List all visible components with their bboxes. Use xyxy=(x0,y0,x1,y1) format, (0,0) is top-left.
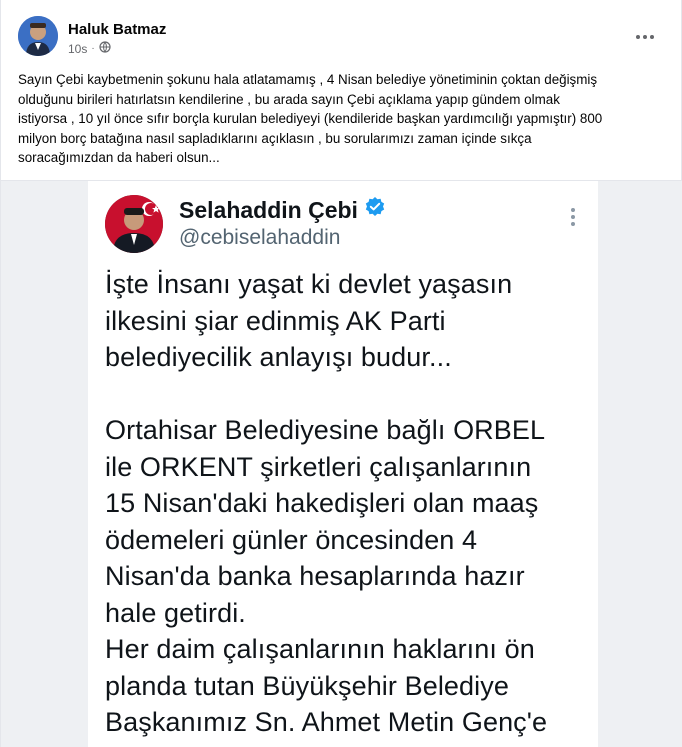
tweet-line: Her daim çalışanlarının haklarını ön xyxy=(105,634,535,664)
author-avatar[interactable] xyxy=(18,16,58,56)
post-text-line: Sayın Çebi kaybetmenin şokunu hala atlat… xyxy=(18,72,598,87)
tweet-line: ilkesini şiar edinmiş AK Parti xyxy=(105,305,446,336)
verified-badge-icon xyxy=(364,196,386,224)
tweet-line: ödemeleri günler öncesinden 4 xyxy=(105,524,478,555)
post-timestamp[interactable]: 10s xyxy=(68,42,87,56)
post-meta: 10s · xyxy=(68,41,111,56)
tweet-line: Nisan'da banka hesaplarında hazır xyxy=(105,561,525,591)
post-header: Haluk Batmaz 10s · xyxy=(18,16,669,60)
tweet-author-name: Selahaddin Çebi xyxy=(179,196,386,224)
tweet-more-button xyxy=(570,207,576,232)
tweet-body: İşte İnsanı yaşat ki devlet yaşasın ilke… xyxy=(105,266,585,741)
author-name[interactable]: Haluk Batmaz xyxy=(68,21,166,38)
tweet-line: belediyecilik anlayışı budur... xyxy=(105,342,452,372)
more-options-button[interactable] xyxy=(629,20,661,52)
post-text-line: olduğunu birileri hatırlatsın kendilerin… xyxy=(18,91,560,107)
tweet-line: ile ORKENT şirketleri çalışanlarının xyxy=(105,451,532,482)
tweet-line: Başkanımız Sn. Ahmet Metin Genç'e xyxy=(105,707,548,737)
vertical-dots-icon xyxy=(570,208,576,231)
tweet-line: planda tutan Büyükşehir Belediye xyxy=(105,670,509,701)
post-text-line: milyon borç batağına nasıl sapladıkların… xyxy=(18,130,532,146)
tweet-line: Ortahisar Belediyesine bağlı ORBEL xyxy=(105,415,546,445)
tweet-line: 15 Nisan'daki hakedişleri olan maaş xyxy=(105,488,539,518)
tweet-line: İşte İnsanı yaşat ki devlet yaşasın xyxy=(105,269,513,299)
tweet-author-label: Selahaddin Çebi xyxy=(179,196,358,223)
tweet-avatar xyxy=(105,195,163,253)
post-text-line: soracağımızdan da haberi olsun... xyxy=(18,150,220,165)
more-dots-icon xyxy=(635,27,655,45)
tweet-handle: @cebiselahaddin xyxy=(179,226,341,249)
post-text: Sayın Çebi kaybetmenin şokunu hala atlat… xyxy=(18,70,668,168)
tweet-screenshot: Selahaddin Çebi @cebiselahaddin İşte İns… xyxy=(88,181,598,747)
post-text-line: istiyorsa , 10 yıl önce sıfır borçla kur… xyxy=(18,111,603,126)
post-image[interactable]: Selahaddin Çebi @cebiselahaddin İşte İns… xyxy=(1,181,682,747)
tweet-line: hale getirdi. xyxy=(105,597,246,628)
facebook-post: Haluk Batmaz 10s · Sayın Çebi kaybetmeni… xyxy=(0,0,682,747)
globe-icon xyxy=(99,41,111,56)
separator-dot: · xyxy=(91,43,95,54)
